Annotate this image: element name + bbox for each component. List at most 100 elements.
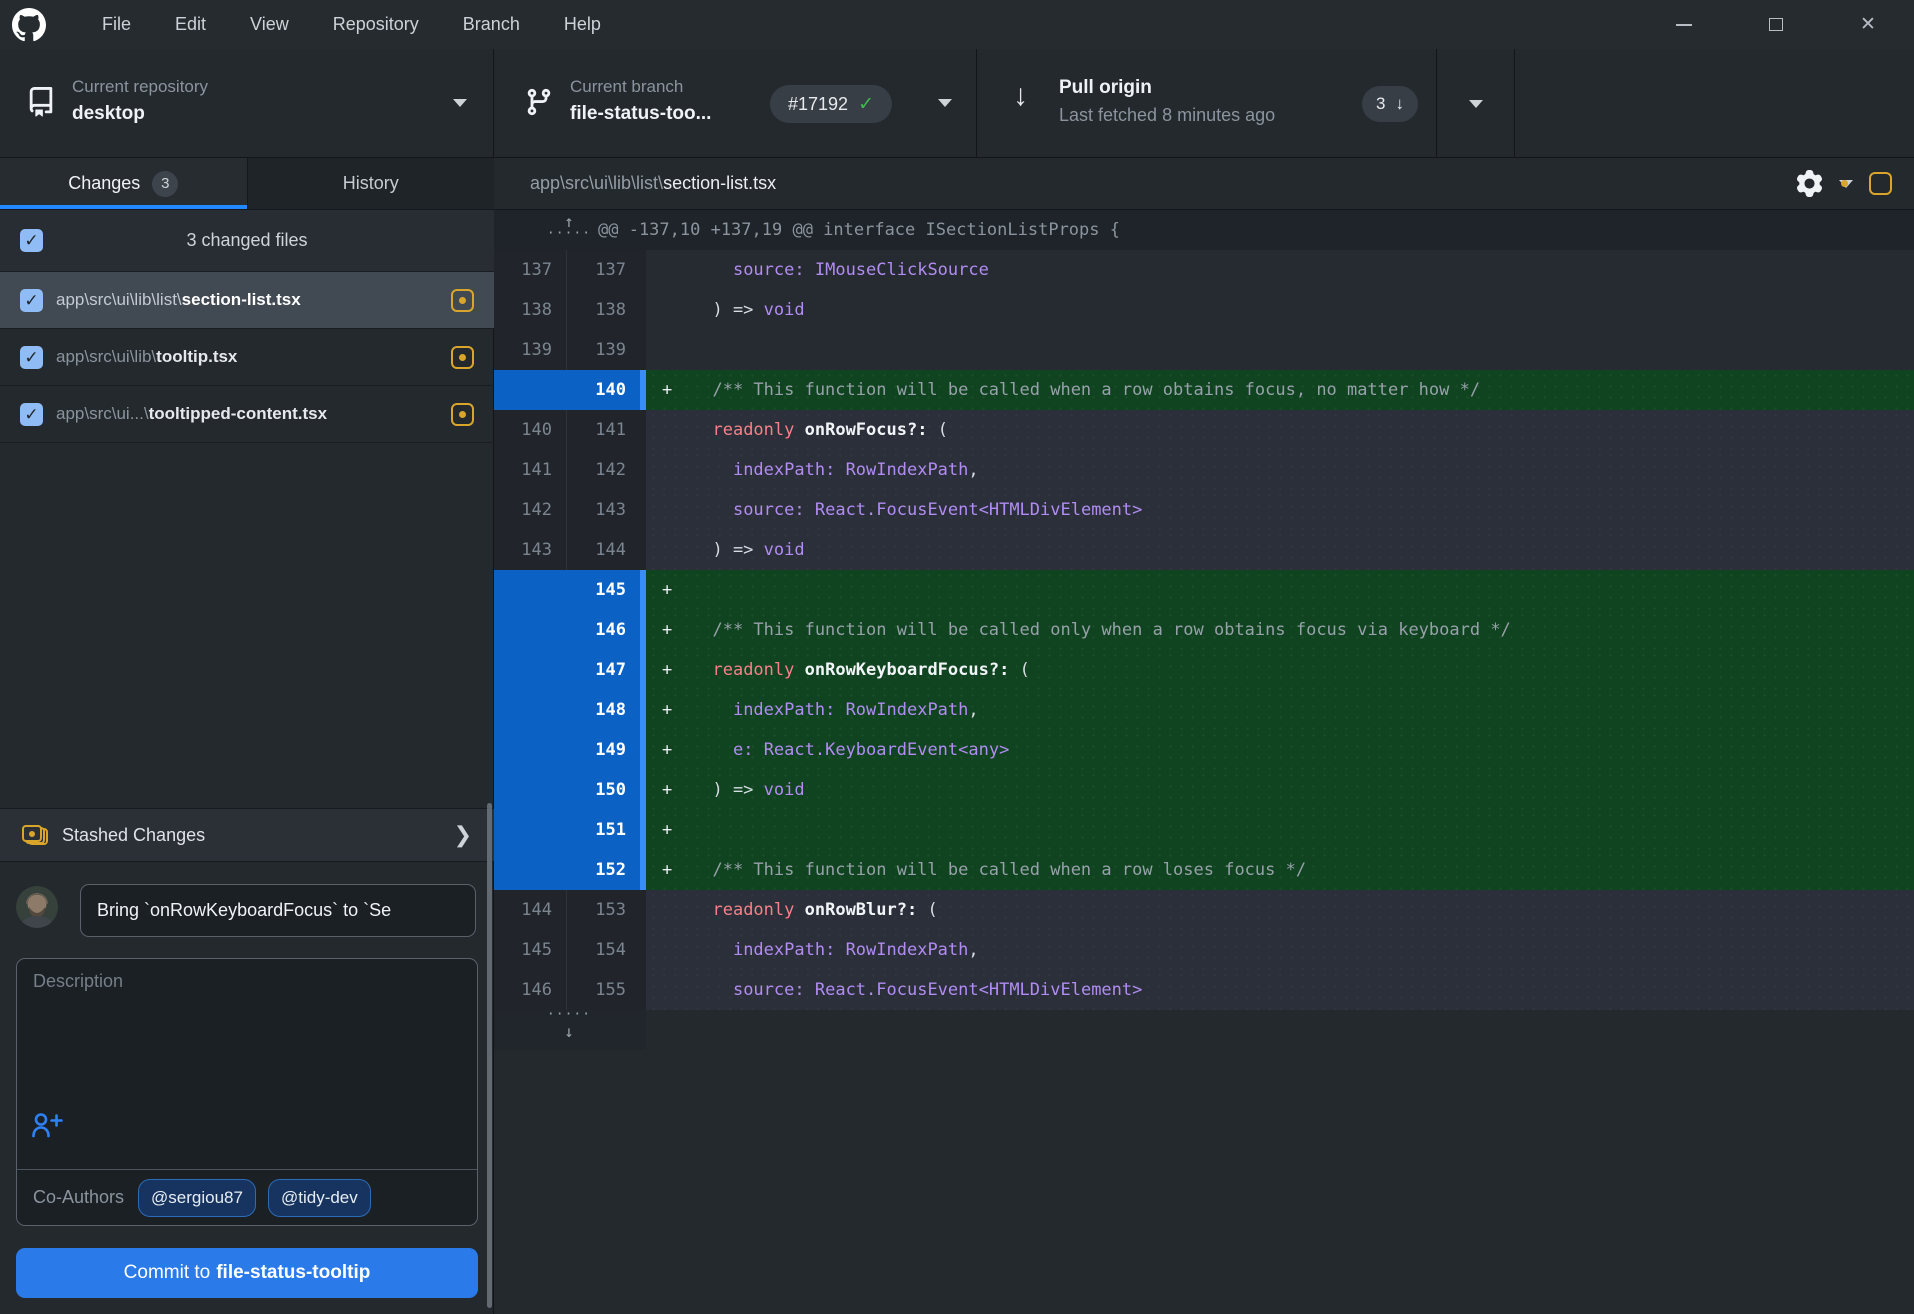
- file-row[interactable]: ✓app\src\ui\lib\tooltip.tsx: [0, 329, 494, 386]
- tab-changes-label: Changes: [68, 173, 140, 194]
- code-line: readonly onRowKeyboardFocus?: (: [692, 650, 1914, 690]
- gear-icon[interactable]: [1796, 170, 1823, 197]
- diff-row-added[interactable]: 151+: [494, 810, 1914, 850]
- code-line: source: React.FocusEvent<HTMLDivElement>: [692, 970, 1914, 1010]
- new-line-number: 139: [567, 330, 640, 370]
- code-line: ) => void: [692, 290, 1914, 330]
- diff-row-added[interactable]: 145+: [494, 570, 1914, 610]
- diff-row-context[interactable]: 143144 ) => void: [494, 530, 1914, 570]
- commit-button[interactable]: Commit to file-status-tooltip: [16, 1248, 478, 1298]
- hunk-header-row[interactable]: ↑·····@@ -137,10 +137,19 @@ interface IS…: [494, 210, 1914, 250]
- diff-marker: +: [646, 770, 692, 810]
- pr-number-badge[interactable]: #17192 ✓: [770, 85, 892, 123]
- current-branch-button[interactable]: Current branch file-status-too... #17192…: [494, 49, 977, 158]
- diff-row-added[interactable]: 152+ /** This function will be called wh…: [494, 850, 1914, 890]
- modified-status-icon: [451, 289, 474, 312]
- new-line-number: 143: [567, 490, 640, 530]
- old-line-number: [494, 690, 567, 730]
- pull-origin-button[interactable]: ↓ Pull origin Last fetched 8 minutes ago…: [977, 49, 1437, 158]
- diff-row-context[interactable]: 141142 indexPath: RowIndexPath,: [494, 450, 1914, 490]
- new-line-number: 148: [567, 690, 640, 730]
- old-line-number: 139: [494, 330, 567, 370]
- diff-row-context[interactable]: 140141 readonly onRowFocus?: (: [494, 410, 1914, 450]
- diff-row-added[interactable]: 148+ indexPath: RowIndexPath,: [494, 690, 1914, 730]
- pull-subtitle: Last fetched 8 minutes ago: [1059, 101, 1275, 129]
- menu-view[interactable]: View: [228, 0, 311, 49]
- changed-files-count: 3 changed files: [0, 230, 494, 251]
- menubar: File Edit View Repository Branch Help ✕: [0, 0, 1914, 49]
- new-line-number: 138: [567, 290, 640, 330]
- tab-changes[interactable]: Changes 3: [0, 158, 247, 209]
- file-row[interactable]: ✓ app\src\ui...\tooltipped-content.tsx: [0, 386, 494, 443]
- description-textarea[interactable]: Description: [33, 971, 123, 992]
- diff-row-context[interactable]: 144153 readonly onRowBlur?: (: [494, 890, 1914, 930]
- coauthors-label: Co-Authors: [33, 1187, 124, 1208]
- diff-row-context[interactable]: 145154 indexPath: RowIndexPath,: [494, 930, 1914, 970]
- tab-history[interactable]: History: [247, 158, 495, 209]
- old-line-number: [494, 650, 567, 690]
- minimize-button[interactable]: [1638, 0, 1730, 49]
- file-path: app\src\ui...\tooltipped-content.tsx: [56, 404, 438, 424]
- pull-dropdown-button[interactable]: [1437, 49, 1515, 158]
- diff-marker: [646, 250, 692, 290]
- diff-header: app\src\ui\lib\list\section-list.tsx: [494, 158, 1914, 210]
- code-line: e: React.KeyboardEvent<any>: [692, 730, 1914, 770]
- add-coauthor-icon[interactable]: [31, 1111, 63, 1139]
- menu-branch[interactable]: Branch: [441, 0, 542, 49]
- close-button[interactable]: ✕: [1822, 0, 1914, 49]
- new-line-number: 141: [567, 410, 640, 450]
- diff-row-context[interactable]: 139139: [494, 330, 1914, 370]
- diff-marker: [646, 450, 692, 490]
- diff-row-context[interactable]: 146155 source: React.FocusEvent<HTMLDivE…: [494, 970, 1914, 1010]
- branch-dropdown-caret-icon: [938, 99, 952, 107]
- file-checkbox[interactable]: ✓: [20, 346, 43, 369]
- download-arrow-icon: ↓: [1013, 79, 1028, 113]
- menu-help[interactable]: Help: [542, 0, 623, 49]
- commit-button-prefix: Commit to: [124, 1262, 211, 1284]
- menu-edit[interactable]: Edit: [153, 0, 228, 49]
- pull-title: Pull origin: [1059, 75, 1275, 101]
- diff-row-added[interactable]: 140+ /** This function will be called wh…: [494, 370, 1914, 410]
- file-path: app\src\ui\lib\list\section-list.tsx: [56, 290, 438, 310]
- diff-marker: [646, 290, 692, 330]
- old-line-number: 141: [494, 450, 567, 490]
- coauthor-chip[interactable]: @tidy-dev: [268, 1179, 371, 1217]
- file-checkbox[interactable]: ✓: [20, 289, 43, 312]
- diff-marker: +: [646, 570, 692, 610]
- current-repository-button[interactable]: Current repository desktop: [0, 49, 494, 158]
- menu-file[interactable]: File: [80, 0, 153, 49]
- diff-row-added[interactable]: 146+ /** This function will be called on…: [494, 610, 1914, 650]
- coauthor-chip[interactable]: @sergiou87: [138, 1179, 256, 1217]
- menu-repository[interactable]: Repository: [311, 0, 441, 49]
- repository-label: Current repository: [72, 75, 208, 99]
- expand-down-row[interactable]: ·····↓: [494, 1010, 1914, 1050]
- modified-status-icon: [451, 403, 474, 426]
- diff-row-added[interactable]: 149+ e: React.KeyboardEvent<any>: [494, 730, 1914, 770]
- diff-row-added[interactable]: 147+ readonly onRowKeyboardFocus?: (: [494, 650, 1914, 690]
- file-row[interactable]: ✓ app\src\ui\lib\list\section-list.tsx: [0, 272, 494, 329]
- old-line-number: 142: [494, 490, 567, 530]
- new-line-number: 144: [567, 530, 640, 570]
- code-line: indexPath: RowIndexPath,: [692, 930, 1914, 970]
- diff-row-context[interactable]: 137137 source: IMouseClickSource: [494, 250, 1914, 290]
- diff-row-context[interactable]: 138138 ) => void: [494, 290, 1914, 330]
- modified-status-icon: [451, 346, 474, 369]
- code-line: [692, 570, 1914, 610]
- sidebar-scrollbar[interactable]: [487, 803, 492, 1308]
- diff-row-context[interactable]: 142143 source: React.FocusEvent<HTMLDivE…: [494, 490, 1914, 530]
- commit-summary-input[interactable]: Bring `onRowKeyboardFocus` to `Se: [80, 884, 476, 937]
- tab-history-label: History: [343, 173, 399, 194]
- old-line-number: [494, 810, 567, 850]
- code-line: /** This function will be called only wh…: [692, 610, 1914, 650]
- file-checkbox[interactable]: ✓: [20, 403, 43, 426]
- stash-icon: [22, 825, 46, 845]
- expand-hunk-down-button[interactable]: ·····↓: [524, 1010, 614, 1050]
- diff-panel: app\src\ui\lib\list\section-list.tsx ↑··…: [494, 158, 1914, 1314]
- git-branch-icon: [524, 87, 554, 117]
- minimize-icon: [1676, 24, 1692, 26]
- diff-marker: +: [646, 370, 692, 410]
- diff-row-added[interactable]: 150+ ) => void: [494, 770, 1914, 810]
- stashed-changes-row[interactable]: Stashed Changes ❯: [0, 808, 494, 862]
- diff-marker: [646, 930, 692, 970]
- maximize-button[interactable]: [1730, 0, 1822, 49]
